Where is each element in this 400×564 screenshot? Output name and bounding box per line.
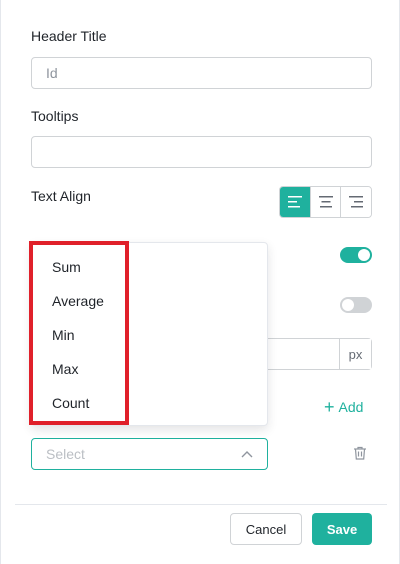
chevron-up-icon bbox=[241, 451, 253, 458]
toggle-switch-2[interactable] bbox=[340, 297, 372, 313]
text-align-group bbox=[279, 186, 372, 218]
align-right-button[interactable] bbox=[341, 187, 371, 217]
dropdown-option-count[interactable]: Count bbox=[52, 395, 89, 411]
dropdown-option-sum[interactable]: Sum bbox=[52, 259, 81, 275]
left-align-icon bbox=[287, 196, 302, 208]
add-label: Add bbox=[338, 399, 364, 415]
toggle-knob bbox=[358, 249, 370, 261]
footer-divider bbox=[15, 504, 387, 505]
cancel-button[interactable]: Cancel bbox=[230, 513, 302, 545]
save-button[interactable]: Save bbox=[312, 513, 372, 545]
header-title-input[interactable]: Id bbox=[31, 57, 372, 89]
width-unit: px bbox=[339, 339, 371, 369]
text-align-label: Text Align bbox=[31, 188, 91, 204]
dropdown-option-min[interactable]: Min bbox=[52, 327, 75, 343]
select-placeholder: Select bbox=[46, 446, 85, 462]
header-title-label: Header Title bbox=[31, 28, 107, 44]
dropdown-option-average[interactable]: Average bbox=[52, 293, 104, 309]
center-align-icon bbox=[318, 196, 333, 208]
toggle-knob bbox=[342, 299, 354, 311]
tooltips-input[interactable] bbox=[31, 136, 372, 168]
align-center-button[interactable] bbox=[310, 187, 342, 217]
width-input[interactable] bbox=[267, 339, 339, 369]
right-align-icon bbox=[349, 196, 364, 208]
dropdown-option-max[interactable]: Max bbox=[52, 361, 78, 377]
width-field: px bbox=[267, 338, 372, 370]
aggregate-select[interactable]: Select bbox=[31, 438, 268, 470]
toggle-switch-1[interactable] bbox=[340, 247, 372, 263]
settings-panel: Header Title Id Tooltips Text Align px +… bbox=[0, 0, 400, 564]
add-button[interactable]: + Add bbox=[324, 398, 363, 416]
trash-icon[interactable] bbox=[353, 446, 367, 460]
aggregate-dropdown-menu: Sum Average Min Max Count bbox=[31, 242, 268, 426]
tooltips-label: Tooltips bbox=[31, 108, 79, 124]
align-left-button[interactable] bbox=[280, 187, 311, 217]
plus-icon: + bbox=[324, 397, 335, 417]
